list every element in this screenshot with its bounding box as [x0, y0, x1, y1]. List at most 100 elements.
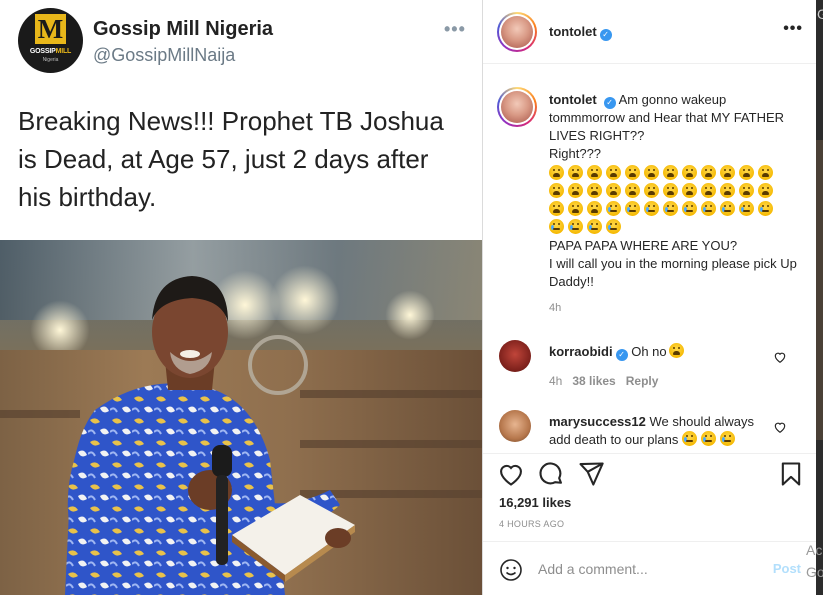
- logo-sub: Nigeria: [42, 57, 59, 63]
- anguished-emoji-icon: [701, 165, 716, 180]
- comment-body: korraobidi ✓ Oh no: [549, 343, 774, 361]
- anguished-emoji-icon: [625, 165, 640, 180]
- crying-emoji-icon: [663, 201, 678, 216]
- post-timestamp[interactable]: 4 HOURS AGO: [499, 518, 564, 530]
- anguished-emoji-icon: [720, 183, 735, 198]
- crying-emoji-icon: [606, 201, 621, 216]
- crying-emoji-icon: [701, 431, 717, 446]
- anguished-emoji-icon: [587, 201, 602, 216]
- anguished-emoji-icon: [663, 165, 678, 180]
- anguished-emoji-icon: [663, 183, 678, 198]
- instagram-post-panel: tontolet ✓ ••• tontolet ✓ Am gonno wakeup …: [482, 0, 817, 595]
- author-avatar[interactable]: [497, 12, 537, 52]
- anguished-emoji-icon: [644, 183, 659, 198]
- anguished-emoji-icon: [606, 183, 621, 198]
- anguished-emoji-icon: [625, 183, 640, 198]
- crying-emoji-icon: [682, 201, 697, 216]
- comment-text: Oh no: [631, 344, 667, 359]
- anguished-emoji-icon: [568, 201, 583, 216]
- crying-emoji-icon: [606, 219, 621, 234]
- share-plane-icon[interactable]: [577, 460, 605, 488]
- anguished-emoji-icon: [758, 183, 773, 198]
- anguished-emoji-icon: [682, 183, 697, 198]
- post-actions: 16,291 likes 4 HOURS AGO: [483, 453, 817, 541]
- anguished-emoji-icon: [701, 183, 716, 198]
- tweet-photo: [0, 240, 482, 595]
- comment-bubble-icon[interactable]: [537, 460, 565, 488]
- comment-time[interactable]: 4h: [549, 374, 562, 388]
- anguished-emoji-icon: [568, 183, 583, 198]
- crying-emoji-icon: [587, 219, 602, 234]
- tweet-author-handle: @GossipMillNaija: [93, 45, 236, 65]
- commenter-username[interactable]: korraobidi: [549, 344, 613, 359]
- commenter-username[interactable]: marysuccess12: [549, 414, 646, 429]
- caption-line-4: I will call you in the morning please pi…: [549, 256, 797, 289]
- verified-icon: ✓: [615, 349, 628, 361]
- crying-emoji-icon: [701, 201, 716, 216]
- tweet-text: Breaking News!!! Prophet TB Joshua is De…: [18, 106, 444, 212]
- anguished-emoji-icon: [587, 183, 602, 198]
- anguished-emoji-icon: [682, 165, 697, 180]
- logo-brand: GOSSIPMILL: [29, 48, 72, 55]
- save-bookmark-icon[interactable]: [777, 460, 805, 488]
- surprised-emoji-icon: [668, 343, 684, 358]
- crying-emoji-icon: [720, 201, 735, 216]
- logo-letter: M: [35, 14, 66, 44]
- reply-button[interactable]: Reply: [626, 374, 659, 388]
- anguished-emoji-icon: [549, 183, 564, 198]
- likes-count[interactable]: 16,291 likes: [499, 494, 571, 512]
- comment-body: marysuccess12 We should always add death…: [549, 413, 774, 449]
- background-strip: [816, 0, 823, 595]
- caption-time[interactable]: 4h: [549, 301, 799, 315]
- heart-icon[interactable]: [773, 420, 787, 434]
- post-button[interactable]: Post: [773, 561, 801, 577]
- tweet-header: M GOSSIPMILL Nigeria Gossip Mill Nigeria…: [18, 8, 468, 78]
- crying-emoji-icon: [682, 431, 698, 446]
- crying-emoji-icon: [758, 201, 773, 216]
- crying-emoji-icon: [739, 201, 754, 216]
- author-username[interactable]: tontolet: [549, 24, 597, 39]
- anguished-emoji-icon: [739, 183, 754, 198]
- anguished-emoji-icon: [644, 165, 659, 180]
- add-comment-bar: Post: [483, 541, 817, 595]
- anguished-emoji-icon: [739, 165, 754, 180]
- gossip-mill-logo: M GOSSIPMILL Nigeria: [18, 8, 83, 73]
- anguished-emoji-icon: [720, 165, 735, 180]
- verified-icon: ✓: [603, 97, 616, 109]
- activate-windows-watermark-sub: Go: [806, 564, 823, 580]
- caption-avatar[interactable]: [497, 87, 537, 127]
- tweet-screenshot: M GOSSIPMILL Nigeria Gossip Mill Nigeria…: [0, 0, 482, 595]
- emoji-smile-icon[interactable]: [499, 558, 523, 582]
- emoji-group: [549, 165, 799, 237]
- crying-emoji-icon: [568, 219, 583, 234]
- like-heart-icon[interactable]: [497, 460, 525, 488]
- post-header: tontolet ✓ •••: [483, 0, 817, 64]
- comment-likes[interactable]: 38 likes: [572, 374, 615, 388]
- crying-emoji-icon: [625, 201, 640, 216]
- heart-icon[interactable]: [773, 350, 787, 364]
- preacher-figure: [65, 276, 355, 595]
- comment-input[interactable]: [538, 558, 758, 580]
- caption-username[interactable]: tontolet: [549, 92, 597, 107]
- caption-line-3: PAPA PAPA WHERE ARE YOU?: [549, 238, 738, 253]
- tweet-more-icon: •••: [444, 19, 466, 39]
- anguished-emoji-icon: [606, 165, 621, 180]
- edge-glyph: G: [817, 6, 823, 22]
- author-username-row[interactable]: tontolet ✓: [549, 24, 612, 41]
- activate-windows-watermark: Ac: [806, 542, 823, 558]
- anguished-emoji-icon: [568, 165, 583, 180]
- anguished-emoji-icon: [549, 165, 564, 180]
- commenter-avatar[interactable]: [499, 410, 531, 442]
- anguished-emoji-icon: [549, 201, 564, 216]
- crying-emoji-icon: [644, 201, 659, 216]
- anguished-emoji-icon: [587, 165, 602, 180]
- tweet-author-name: Gossip Mill Nigeria: [93, 18, 274, 40]
- more-options-icon[interactable]: •••: [783, 21, 803, 37]
- crying-emoji-icon: [549, 219, 564, 234]
- commenter-avatar[interactable]: [499, 340, 531, 372]
- caption-line-2: Right???: [549, 146, 602, 161]
- comment-meta: 4h 38 likes Reply: [549, 374, 658, 388]
- post-caption: tontolet ✓ Am gonno wakeup tommmorrow and…: [549, 91, 799, 315]
- crying-emoji-icon: [720, 431, 736, 446]
- verified-icon: ✓: [599, 29, 612, 41]
